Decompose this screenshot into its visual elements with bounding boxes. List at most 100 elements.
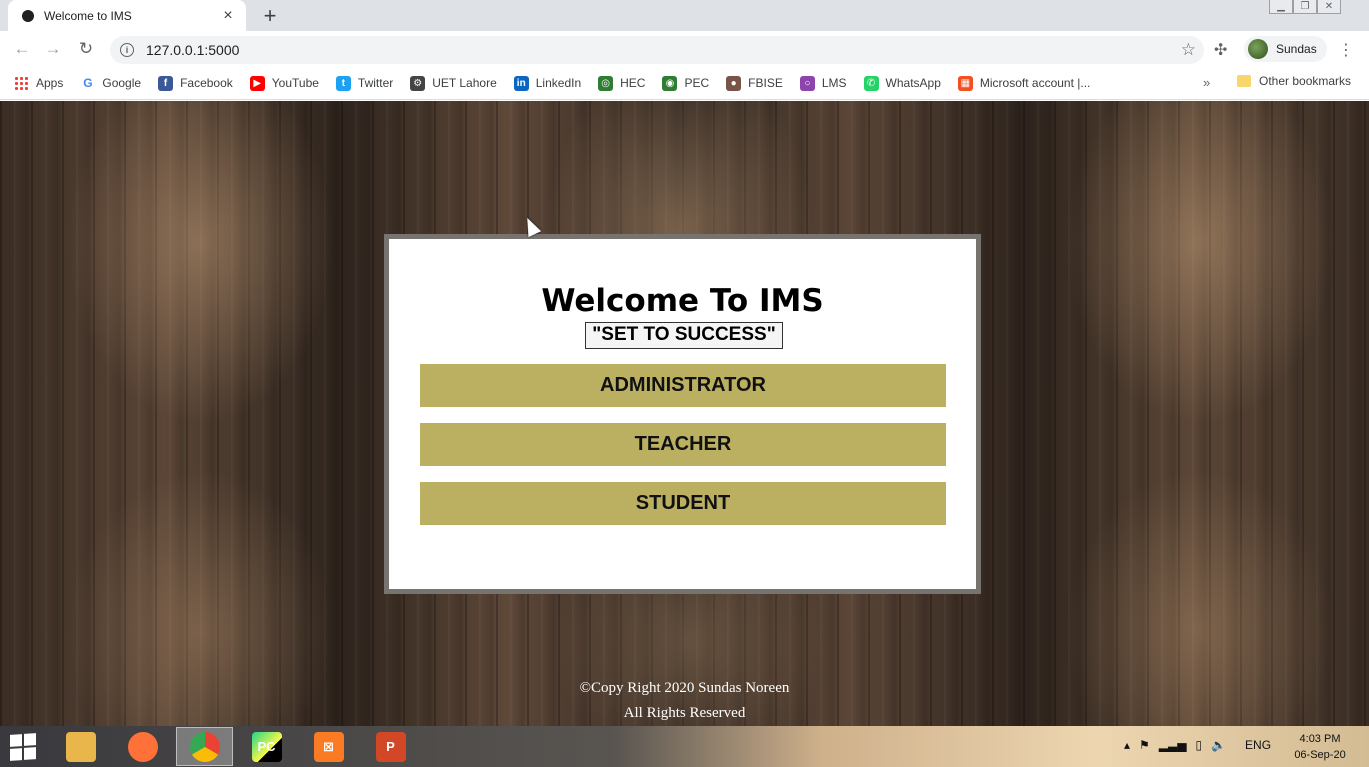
chrome-icon	[189, 731, 220, 762]
close-tab-icon[interactable]: ×	[220, 7, 236, 24]
microsoft-icon: ▦	[957, 75, 973, 91]
bookmark-label: UET Lahore	[432, 76, 497, 90]
bookmark-item[interactable]: ● FBISE	[726, 75, 783, 91]
firefox-icon	[127, 731, 158, 762]
pycharm-icon: PC	[251, 731, 282, 762]
bookmark-label: FBISE	[748, 76, 783, 90]
tab-title: Welcome to IMS	[44, 8, 132, 23]
bookmark-item[interactable]: ○ LMS	[799, 75, 847, 91]
new-tab-button[interactable]: +	[256, 2, 284, 30]
window-controls: ▁ ❐ ✕	[1269, 0, 1341, 16]
tray-expand-icon[interactable]: ▴	[1124, 738, 1130, 752]
teacher-button[interactable]: TEACHER	[420, 423, 946, 466]
bookmarks-bar: Apps G Google f Facebook ▶ YouTube t Twitter ⚙ UET…	[0, 67, 1369, 100]
xampp-icon: ⊠	[313, 731, 344, 762]
youtube-icon: ▶	[249, 75, 265, 91]
bookmark-item[interactable]: ✆ WhatsApp	[863, 75, 941, 91]
taskbar-app[interactable]	[114, 727, 171, 766]
bookmark-label: Microsoft account |...	[979, 76, 1091, 90]
bookmark-label: Twitter	[357, 76, 394, 90]
system-tray: ▴ ⚑ ▂▃▅ ▯ 🔈 ENG	[1124, 738, 1271, 752]
other-bookmarks-label: Other bookmarks	[1259, 74, 1352, 88]
bookmark-item[interactable]: ◉ PEC	[662, 75, 710, 91]
profile-button[interactable]: Sundas	[1244, 36, 1327, 62]
site-info-icon[interactable]: i	[120, 43, 134, 57]
bookmark-label: PEC	[684, 76, 710, 90]
twitter-icon: t	[335, 75, 351, 91]
profile-name: Sundas	[1276, 42, 1317, 56]
hec-icon: ◎	[598, 75, 614, 91]
fbise-icon: ●	[726, 75, 742, 91]
taskbar-app[interactable]: ⊠	[300, 727, 357, 766]
url-text[interactable]: 127.0.0.1:5000	[146, 42, 1181, 58]
bookmark-item[interactable]: ▦ Microsoft account |...	[957, 75, 1091, 91]
back-arrow-icon[interactable]: ←	[9, 36, 35, 62]
extensions-puzzle-icon[interactable]: ✣	[1214, 40, 1227, 60]
tab-welcome[interactable]: Welcome to IMS ×	[8, 0, 246, 31]
windows-start-icon[interactable]	[10, 733, 36, 761]
bookmark-label: HEC	[620, 76, 646, 90]
bookmark-item[interactable]: t Twitter	[335, 75, 394, 91]
taskbar-app[interactable]: PC	[238, 727, 295, 766]
whatsapp-icon: ✆	[863, 75, 879, 91]
taskbar-app[interactable]: P	[362, 727, 419, 766]
page-title: Welcome To IMS	[541, 283, 824, 319]
google-icon: G	[80, 75, 96, 91]
taskbar-app[interactable]	[52, 727, 109, 766]
action-center-icon[interactable]: ⚑	[1139, 738, 1150, 752]
copyright-text: ©Copy Right 2020 Sundas Noreen	[579, 680, 790, 696]
bookmark-label: LinkedIn	[535, 76, 582, 90]
language-indicator[interactable]: ENG	[1245, 738, 1271, 752]
bookmark-label: LMS	[821, 76, 847, 90]
restore-icon[interactable]: ❐	[1293, 0, 1317, 14]
bookmark-item[interactable]: ⚙ UET Lahore	[410, 75, 497, 91]
bookmark-item[interactable]: Apps	[14, 75, 64, 91]
bookmark-star-icon[interactable]: ☆	[1181, 40, 1196, 60]
bookmark-label: Google	[102, 76, 142, 90]
slogan-label: "SET TO SUCCESS"	[585, 322, 783, 349]
minimize-icon[interactable]: ▁	[1269, 0, 1293, 14]
volume-icon[interactable]: 🔈	[1211, 738, 1226, 752]
browser-toolbar: ← → ↻ i 127.0.0.1:5000 ☆ ✣ Sundas ⋮	[0, 31, 1369, 67]
address-bar[interactable]: i 127.0.0.1:5000 ☆	[110, 36, 1204, 64]
bookmark-item[interactable]: ▶ YouTube	[249, 75, 319, 91]
bookmark-item[interactable]: ◎ HEC	[598, 75, 646, 91]
welcome-card: Welcome To IMS "SET TO SUCCESS" ADMINIST…	[384, 234, 981, 594]
linkedin-icon: in	[513, 75, 529, 91]
more-bookmarks-icon[interactable]: »	[1203, 75, 1210, 90]
clock-time: 4:03 PM	[1299, 733, 1341, 745]
uet-icon: ⚙	[410, 75, 426, 91]
page-viewport: Welcome To IMS "SET TO SUCCESS" ADMINIST…	[0, 101, 1369, 726]
taskbar-app[interactable]	[176, 727, 233, 766]
administrator-button[interactable]: ADMINISTRATOR	[420, 364, 946, 407]
forward-arrow-icon[interactable]: →	[40, 36, 66, 62]
apps-grid-icon	[14, 75, 29, 91]
facebook-icon: f	[158, 75, 174, 91]
clock-date: 06-Sep-20	[1294, 749, 1346, 761]
other-bookmarks-folder[interactable]: Other bookmarks	[1237, 74, 1351, 88]
battery-icon[interactable]: ▯	[1195, 738, 1202, 752]
avatar	[1248, 39, 1268, 59]
bookmark-label: WhatsApp	[885, 76, 941, 90]
powerpoint-icon: P	[375, 731, 406, 762]
close-window-icon[interactable]: ✕	[1317, 0, 1341, 14]
rights-text: All Rights Reserved	[623, 705, 746, 721]
page-favicon-icon	[22, 9, 34, 22]
lms-icon: ○	[799, 75, 815, 91]
file-explorer-icon	[65, 731, 96, 762]
bookmark-label: Facebook	[180, 76, 233, 90]
reload-icon[interactable]: ↻	[73, 36, 99, 62]
pec-icon: ◉	[662, 75, 678, 91]
tab-strip: Welcome to IMS × + ▁ ❐ ✕	[0, 0, 1369, 31]
bookmark-item[interactable]: in LinkedIn	[513, 75, 582, 91]
bookmark-item[interactable]: G Google	[80, 75, 142, 91]
network-signal-icon[interactable]: ▂▃▅	[1159, 738, 1187, 752]
kebab-menu-icon[interactable]: ⋮	[1338, 40, 1354, 60]
bookmark-label: Apps	[36, 76, 64, 90]
taskbar: PC ⊠ P ▴ ⚑ ▂▃▅ ▯ 🔈 ENG 4:03 PM 06-Sep-20	[0, 726, 1369, 767]
system-clock[interactable]: 4:03 PM 06-Sep-20	[1288, 731, 1352, 763]
bookmark-label: YouTube	[271, 76, 319, 90]
bookmark-item[interactable]: f Facebook	[158, 75, 233, 91]
folder-icon	[1237, 75, 1251, 87]
student-button[interactable]: STUDENT	[420, 482, 946, 525]
